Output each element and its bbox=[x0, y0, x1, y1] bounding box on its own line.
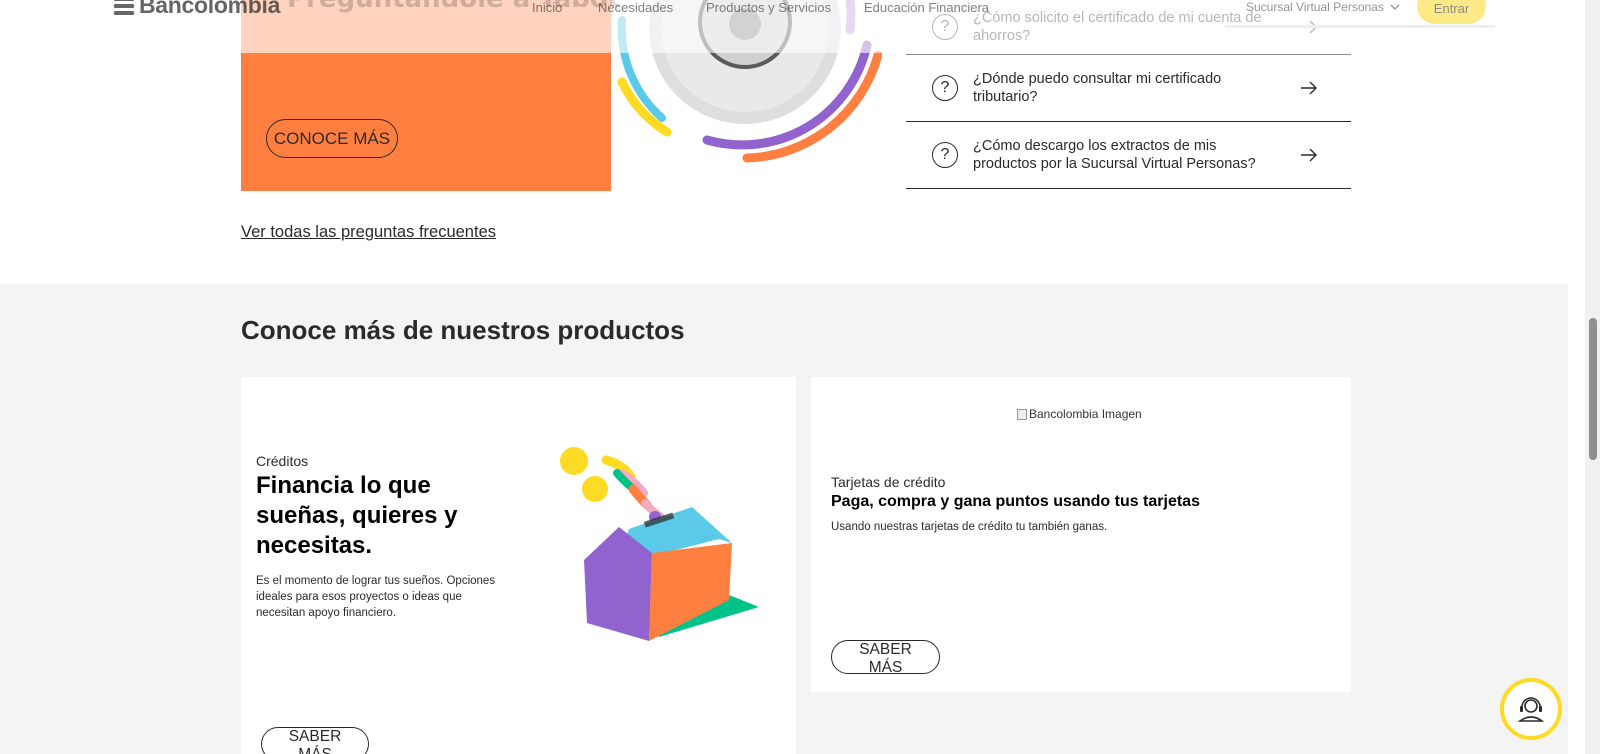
card-broken-image: Bancolombia Imagen bbox=[1017, 407, 1142, 421]
header-divider bbox=[1225, 25, 1495, 28]
see-all-faq-link[interactable]: Ver todas las preguntas frecuentes bbox=[241, 223, 496, 242]
cards-kicker: Tarjetas de crédito bbox=[831, 474, 946, 490]
chevron-down-icon bbox=[1390, 4, 1400, 10]
cards-headline: Paga, compra y gana puntos usando tus ta… bbox=[831, 493, 1200, 510]
products-section: Conoce más de nuestros productos Crédito… bbox=[0, 284, 1568, 754]
question-icon: ? bbox=[932, 142, 958, 168]
piggy-bank-house-illustration bbox=[560, 447, 759, 641]
credits-saber-mas-button[interactable]: SABER MÁS bbox=[261, 727, 369, 754]
faq-question: ¿Dónde puedo consultar mi certificado tr… bbox=[973, 71, 1222, 105]
chat-support-button[interactable] bbox=[1500, 678, 1562, 740]
broken-image-icon bbox=[1017, 408, 1027, 420]
credits-headline: Financia lo que sueñas, quieres y necesi… bbox=[256, 472, 458, 559]
credits-kicker: Créditos bbox=[256, 453, 309, 469]
products-section-title: Conoce más de nuestros productos bbox=[241, 315, 685, 345]
question-icon: ? bbox=[932, 75, 958, 101]
arrow-right-icon bbox=[1301, 148, 1317, 162]
logo-text: Bancolombia bbox=[139, 0, 281, 18]
conoce-mas-button[interactable]: CONOCE MÁS bbox=[266, 119, 398, 158]
credits-description: Es el momento de lograr tus sueños. Opci… bbox=[256, 575, 496, 619]
sucursal-label: Sucursal Virtual Personas bbox=[1246, 0, 1384, 14]
sucursal-dropdown[interactable]: Sucursal Virtual Personas bbox=[1246, 0, 1400, 14]
faq-item[interactable]: ? ¿Cómo descargo los extractos de mis pr… bbox=[906, 122, 1351, 189]
image-alt-text: Bancolombia Imagen bbox=[1029, 407, 1142, 421]
chat-support-icon bbox=[1517, 697, 1545, 722]
faq-question: ¿Cómo descargo los extractos de mis prod… bbox=[973, 138, 1256, 172]
credit-cards-card: Bancolombia Imagen Tarjetas de crédito P… bbox=[811, 377, 1351, 692]
arrow-right-icon bbox=[1301, 81, 1317, 95]
credits-card: Créditos Financia lo que sueñas, quieres… bbox=[241, 377, 796, 754]
nav-educacion-financiera[interactable]: Educación Financiera bbox=[864, 0, 989, 15]
nav-productos-servicios[interactable]: Productos y Servicios bbox=[706, 0, 831, 15]
logo-icon bbox=[114, 0, 134, 15]
bancolombia-logo[interactable]: Bancolombia bbox=[113, 0, 280, 19]
page-scrollbar[interactable] bbox=[1585, 0, 1600, 754]
login-button[interactable]: Entrar bbox=[1417, 0, 1486, 24]
site-header: Bancolombia Inicio Necesidades Productos… bbox=[0, 0, 1568, 53]
scrollbar-thumb[interactable] bbox=[1589, 318, 1597, 460]
cards-description: Usando nuestras tarjetas de crédito tu t… bbox=[831, 521, 1108, 533]
nav-inicio[interactable]: Inicio bbox=[532, 0, 562, 15]
cards-saber-mas-button[interactable]: SABER MÁS bbox=[831, 640, 940, 676]
faq-item[interactable]: ? ¿Dónde puedo consultar mi certificado … bbox=[906, 55, 1351, 122]
nav-necesidades[interactable]: Necesidades bbox=[598, 0, 673, 15]
